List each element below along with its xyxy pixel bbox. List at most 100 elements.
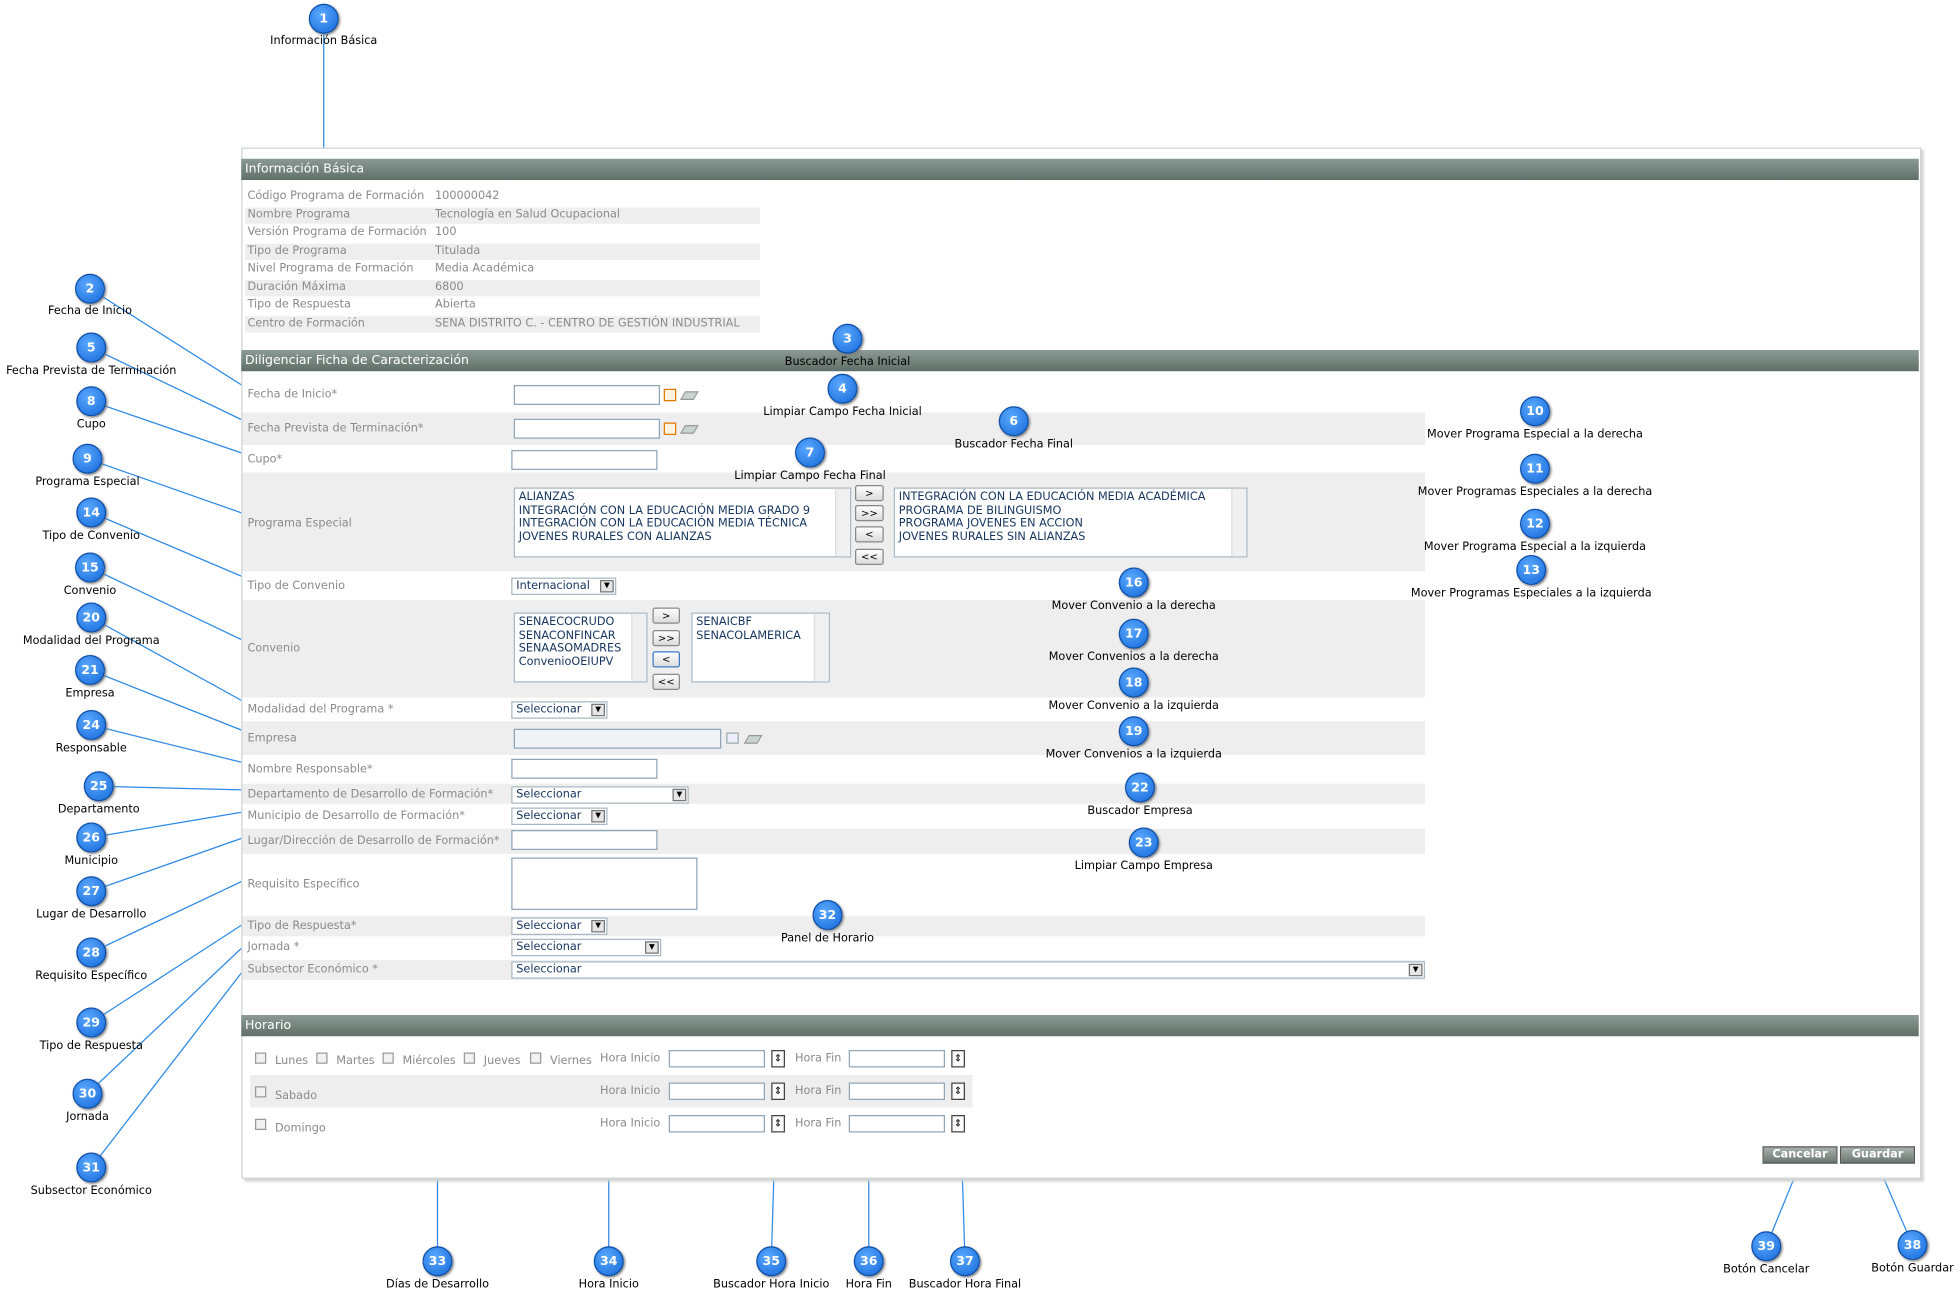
convenio-move-all-right-button[interactable]: >>: [652, 630, 680, 647]
day-checkbox[interactable]: [255, 1086, 267, 1098]
day-label: Domingo: [275, 1122, 326, 1136]
subsector-label: Subsector Económico *: [247, 963, 378, 977]
tipo-respuesta-select[interactable]: Seleccionar ▼: [511, 917, 608, 935]
list-option[interactable]: JOVENES RURALES CON ALIANZAS: [519, 531, 847, 544]
convenio-move-all-left-button[interactable]: <<: [652, 673, 680, 690]
callout-badge: 33: [422, 1246, 453, 1277]
callout-line: [90, 616, 248, 705]
convenios-seleccionados-list[interactable]: SENAICBF SENACOLAMERICA: [691, 612, 830, 683]
list-option[interactable]: INTEGRACIÓN CON LA EDUCACIÓN MEDIA GRADO…: [519, 504, 847, 517]
list-option[interactable]: SENAICBF: [696, 616, 825, 629]
callout-badge: 1: [308, 3, 339, 34]
callout-caption: Días de Desarrollo: [386, 1278, 489, 1292]
empresa-input[interactable]: [513, 728, 722, 749]
callout-caption: Programa Especial: [35, 476, 140, 489]
convenios-disponibles-list[interactable]: SENAECOCRUDO SENACONFINCAR SENAASOMADRES Co…: [513, 612, 648, 683]
programas-seleccionados-list[interactable]: INTEGRACIÓN CON LA EDUCACIÓN MEDIA ACADÉ…: [893, 487, 1248, 558]
callout-caption: Buscador Fecha Inicial: [784, 356, 911, 369]
scrollbar[interactable]: [813, 613, 829, 682]
convenio-move-left-button[interactable]: <: [652, 651, 680, 668]
hora-fin-input[interactable]: [848, 1050, 945, 1068]
callout-caption: Limpiar Campo Empresa: [1074, 860, 1213, 873]
convenio-move-right-button[interactable]: >: [652, 607, 680, 624]
list-option[interactable]: ALIANZAS: [519, 491, 847, 504]
requisito-textarea[interactable]: [511, 857, 698, 910]
move-all-left-button[interactable]: <<: [855, 548, 884, 565]
horario-header: Horario: [241, 1015, 1919, 1037]
day-checkbox[interactable]: [382, 1052, 394, 1064]
lugar-input[interactable]: [511, 830, 658, 850]
cupo-input[interactable]: [511, 450, 658, 470]
callout-caption: Cupo: [76, 418, 106, 432]
day-checkbox[interactable]: [530, 1052, 542, 1064]
info-value: Titulada: [435, 244, 481, 257]
cancel-button[interactable]: Cancelar: [1762, 1146, 1838, 1164]
day-checkbox[interactable]: [463, 1052, 475, 1064]
chevron-down-icon: ▼: [591, 920, 605, 933]
info-value: 6800: [435, 280, 464, 294]
clock-icon[interactable]: ⇕: [771, 1082, 785, 1100]
day-checkbox[interactable]: [255, 1118, 267, 1130]
clock-icon[interactable]: ⇕: [771, 1115, 785, 1133]
jornada-select[interactable]: Seleccionar ▼: [511, 938, 662, 957]
tipo-respuesta-label: Tipo de Respuesta*: [247, 920, 357, 933]
modalidad-label: Modalidad del Programa *: [247, 703, 394, 717]
list-option[interactable]: SENACOLAMERICA: [696, 629, 825, 642]
callout-badge: 37: [950, 1246, 980, 1277]
scrollbar[interactable]: [835, 488, 850, 557]
stage: Información Básica Código Programa de Fo…: [0, 0, 1960, 1296]
hora-inicio-input[interactable]: [668, 1115, 765, 1133]
responsable-label: Nombre Responsable*: [247, 763, 373, 777]
departamento-select[interactable]: Seleccionar ▼: [511, 786, 689, 804]
day-checkbox[interactable]: [316, 1052, 328, 1064]
callout-caption: Botón Guardar: [1871, 1262, 1954, 1276]
info-label: Nombre Programa: [247, 208, 351, 221]
clock-icon[interactable]: ⇕: [951, 1115, 965, 1133]
list-option[interactable]: SENAASOMADRES: [519, 643, 643, 656]
save-button[interactable]: Guardar: [1840, 1146, 1915, 1164]
list-option[interactable]: PROGRAMA JOVENES EN ACCION: [899, 518, 1243, 531]
calendar-icon[interactable]: [663, 388, 677, 402]
municipio-select[interactable]: Seleccionar ▼: [511, 807, 608, 825]
hora-inicio-label: Hora Inicio: [600, 1117, 661, 1131]
list-option[interactable]: INTEGRACIÓN CON LA EDUCACIÓN MEDIA ACADÉ…: [899, 491, 1243, 504]
subsector-select[interactable]: Seleccionar ▼: [511, 961, 1425, 979]
callout-caption: Mover Convenio a la derecha: [1051, 600, 1216, 613]
calendar-icon[interactable]: [663, 422, 677, 435]
list-option[interactable]: ConvenioOEIUPV: [519, 656, 643, 669]
hora-inicio-input[interactable]: [668, 1082, 765, 1100]
municipio-value: Seleccionar: [516, 810, 582, 823]
hora-fin-input[interactable]: [848, 1082, 945, 1100]
scrollbar[interactable]: [1231, 488, 1247, 557]
scrollbar[interactable]: [631, 613, 647, 682]
list-option[interactable]: JOVENES RURALES SIN ALIANZAS: [899, 531, 1243, 544]
responsable-input[interactable]: [511, 758, 658, 779]
hora-fin-input[interactable]: [848, 1115, 945, 1133]
list-option[interactable]: SENACONFINCAR: [519, 629, 643, 642]
move-left-button[interactable]: <: [855, 526, 884, 543]
list-option[interactable]: PROGRAMA DE BILINGUISMO: [899, 504, 1243, 517]
move-right-button[interactable]: >: [855, 485, 884, 502]
day-checkbox[interactable]: [255, 1052, 267, 1064]
list-option[interactable]: SENAECOCRUDO: [519, 616, 643, 629]
fecha-fin-input[interactable]: [513, 418, 660, 439]
callout-caption: Empresa: [65, 687, 115, 701]
hora-inicio-input[interactable]: [668, 1050, 765, 1068]
callout-caption: Limpiar Campo Fecha Final: [734, 470, 886, 483]
fecha-inicio-input[interactable]: [513, 385, 660, 405]
callout-caption: Responsable: [55, 742, 127, 756]
clock-icon[interactable]: ⇕: [951, 1050, 965, 1068]
info-value: Tecnología en Salud Ocupacional: [435, 208, 621, 221]
search-icon[interactable]: [726, 732, 739, 744]
callout-line: [90, 346, 248, 424]
modalidad-select[interactable]: Seleccionar ▼: [511, 701, 608, 719]
callout-line: [91, 400, 248, 456]
tipo-convenio-select[interactable]: Internacional ▼: [511, 577, 617, 595]
day-label: Jueves: [483, 1055, 521, 1068]
programas-disponibles-list[interactable]: ALIANZAS INTEGRACIÓN CON LA EDUCACIÓN MED…: [513, 487, 852, 558]
info-value: Abierta: [435, 298, 476, 312]
move-all-right-button[interactable]: >>: [855, 505, 884, 522]
clock-icon[interactable]: ⇕: [951, 1082, 965, 1100]
list-option[interactable]: INTEGRACIÓN CON LA EDUCACIÓN MEDIA TÉCNI…: [519, 518, 847, 531]
clock-icon[interactable]: ⇕: [771, 1050, 785, 1068]
